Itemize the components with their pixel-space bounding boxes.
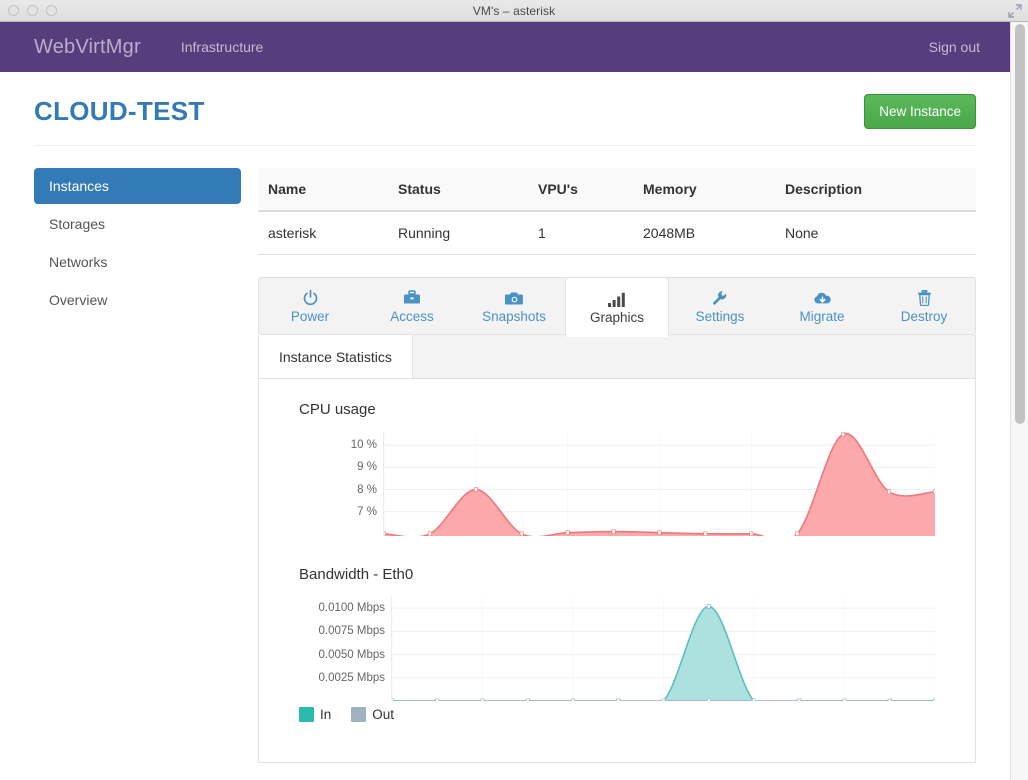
window-title: VM's – asterisk: [472, 3, 556, 18]
legend-entry-out[interactable]: Out: [351, 707, 394, 722]
y-axis-tick: 7 %: [357, 505, 377, 518]
y-axis-tick: 0.0075 Mbps: [318, 625, 386, 638]
sidebar-item-overview[interactable]: Overview: [34, 282, 241, 318]
legend-label-in: In: [320, 707, 332, 722]
nav-link-infrastructure[interactable]: Infrastructure: [171, 33, 273, 61]
tab-destroy-label: Destroy: [900, 308, 948, 324]
column-header-memory: Memory: [633, 168, 775, 212]
cpu-chart-plot[interactable]: [383, 432, 935, 536]
tab-access-label: Access: [390, 308, 434, 324]
table-header-row: Name Status VPU's Memory Description: [258, 168, 976, 212]
cell-name[interactable]: asterisk: [258, 211, 388, 255]
legend-swatch-in: [299, 707, 314, 722]
bandwidth-chart-legend: In Out: [299, 707, 935, 722]
tab-instance-statistics[interactable]: Instance Statistics: [259, 335, 413, 378]
legend-label-out: Out: [372, 707, 395, 722]
page-header: CLOUD-TEST New Instance: [34, 72, 976, 146]
sidebar-item-storages[interactable]: Storages: [34, 206, 241, 242]
tab-migrate-label: Migrate: [799, 308, 845, 324]
tab-snapshots[interactable]: Snapshots: [463, 278, 565, 334]
trash-icon: [917, 289, 932, 306]
page-scrollbar[interactable]: [1010, 22, 1028, 780]
statistics-tabbar: Instance Statistics: [259, 335, 975, 379]
column-header-name: Name: [258, 168, 388, 212]
column-header-description: Description: [775, 168, 976, 212]
sidebar-nav: Instances Storages Networks Overview: [34, 168, 258, 763]
statistics-body: CPU usage 10 % 9 % 8 % 7 % Bandwidth - Eth0: [259, 379, 975, 762]
main-column: Name Status VPU's Memory Description ast…: [258, 168, 976, 763]
tab-power-label: Power: [290, 308, 330, 324]
table-row[interactable]: asterisk Running 1 2048MB None: [258, 211, 976, 255]
top-navbar: WebVirtMgr Infrastructure Sign out: [0, 22, 1010, 72]
page-root: WebVirtMgr Infrastructure Sign out CLOUD…: [0, 22, 1010, 780]
y-axis-tick: 0.0100 Mbps: [318, 602, 386, 615]
y-axis-tick: 0.0050 Mbps: [318, 648, 386, 661]
cpu-chart-area: 10 % 9 % 8 % 7 %: [299, 432, 935, 536]
tab-snapshots-label: Snapshots: [482, 308, 546, 324]
table-head: Name Status VPU's Memory Description: [258, 168, 976, 212]
camera-icon: [504, 289, 524, 306]
tab-settings[interactable]: Settings: [669, 278, 771, 334]
instance-action-tabs: Power Access Snapshots Graphics Settings…: [258, 277, 976, 337]
tab-graphics-label: Graphics: [589, 309, 645, 325]
cell-memory: 2048MB: [633, 211, 775, 255]
scrollbar-thumb[interactable]: [1015, 24, 1025, 424]
cpu-chart-title: CPU usage: [299, 401, 376, 418]
column-header-vpus: VPU's: [528, 168, 633, 212]
bandwidth-chart-area: 0.0100 Mbps 0.0075 Mbps 0.0050 Mbps 0.0025 …: [299, 597, 935, 701]
new-instance-button[interactable]: New Instance: [864, 94, 976, 129]
zoom-button[interactable]: [46, 5, 57, 16]
cell-status: Running: [388, 211, 528, 255]
page-title: CLOUD-TEST: [34, 96, 205, 126]
bar-chart-icon: [608, 290, 626, 307]
briefcase-icon: [403, 289, 421, 306]
y-axis-tick: 9 %: [357, 461, 377, 474]
tab-migrate[interactable]: Migrate: [771, 278, 873, 334]
bandwidth-chart-y-axis: 0.0100 Mbps 0.0075 Mbps 0.0050 Mbps 0.0025 …: [299, 597, 391, 701]
column-header-status: Status: [388, 168, 528, 212]
cloud-download-icon: [813, 289, 832, 306]
cell-description: None: [775, 211, 976, 255]
tab-graphics[interactable]: Graphics: [565, 277, 669, 337]
legend-entry-in[interactable]: In: [299, 707, 331, 722]
sidebar-item-networks[interactable]: Networks: [34, 244, 241, 280]
fullscreen-icon[interactable]: [1008, 4, 1022, 18]
power-icon: [303, 289, 318, 306]
cpu-usage-chart: CPU usage 10 % 9 % 8 % 7 %: [299, 401, 935, 536]
close-button[interactable]: [8, 5, 19, 16]
window-controls[interactable]: [8, 0, 57, 21]
content-container: CLOUD-TEST New Instance Instances Storag…: [0, 72, 1010, 763]
tab-access[interactable]: Access: [361, 278, 463, 334]
bandwidth-chart-plot[interactable]: [391, 597, 935, 701]
y-axis-tick: 0.0025 Mbps: [318, 671, 386, 684]
body-columns: Instances Storages Networks Overview Nam…: [34, 146, 976, 763]
brand-logo[interactable]: WebVirtMgr: [34, 36, 141, 59]
tab-settings-label: Settings: [695, 308, 745, 324]
y-axis-tick: 8 %: [357, 483, 377, 496]
instance-table: Name Status VPU's Memory Description ast…: [258, 168, 976, 255]
statistics-panel: Instance Statistics CPU usage 10 % 9 % 8 %…: [258, 335, 976, 763]
browser-viewport: WebVirtMgr Infrastructure Sign out CLOUD…: [0, 22, 1028, 780]
cpu-chart-y-axis: 10 % 9 % 8 % 7 %: [299, 432, 383, 536]
window-titlebar: VM's – asterisk: [0, 0, 1028, 22]
bandwidth-chart-title: Bandwidth - Eth0: [299, 566, 414, 583]
cell-vpus: 1: [528, 211, 633, 255]
y-axis-tick: 10 %: [350, 439, 377, 452]
bandwidth-eth0-chart: Bandwidth - Eth0 0.0100 Mbps 0.0075 Mbps 0…: [299, 566, 935, 722]
sign-out-link[interactable]: Sign out: [919, 33, 990, 61]
tab-power[interactable]: Power: [259, 278, 361, 334]
legend-swatch-out: [351, 707, 367, 722]
table-body: asterisk Running 1 2048MB None: [258, 211, 976, 255]
wrench-icon: [712, 289, 728, 306]
sidebar-item-instances[interactable]: Instances: [34, 168, 241, 204]
minimize-button[interactable]: [27, 5, 38, 16]
tab-destroy[interactable]: Destroy: [873, 278, 975, 334]
